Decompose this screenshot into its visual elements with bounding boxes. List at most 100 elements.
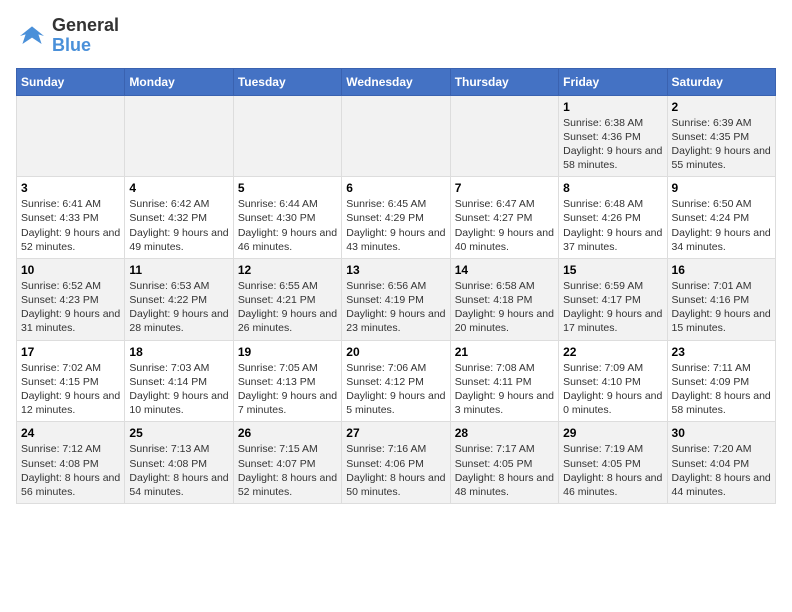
day-info: Sunrise: 7:11 AM Sunset: 4:09 PM Dayligh… <box>672 361 771 418</box>
weekday-wednesday: Wednesday <box>342 68 450 95</box>
calendar-week-1: 1Sunrise: 6:38 AM Sunset: 4:36 PM Daylig… <box>17 95 776 177</box>
day-cell-27: 27 Sunrise: 7:16 AM Sunset: 4:06 PM Dayli… <box>342 422 450 504</box>
day-cell-2: 2 Sunrise: 6:39 AM Sunset: 4:35 PM Daylig… <box>667 95 775 177</box>
day-info: Sunrise: 6:52 AM Sunset: 4:23 PM Dayligh… <box>21 279 120 336</box>
day-number: 20 <box>346 345 445 359</box>
day-cell-12: 12 Sunrise: 6:55 AM Sunset: 4:21 PM Dayli… <box>233 258 341 340</box>
day-cell-9: 9 Sunrise: 6:50 AM Sunset: 4:24 PM Daylig… <box>667 177 775 259</box>
day-cell-23: 23 Sunrise: 7:11 AM Sunset: 4:09 PM Dayli… <box>667 340 775 422</box>
day-number: 26 <box>238 426 337 440</box>
day-info: Sunrise: 6:53 AM Sunset: 4:22 PM Dayligh… <box>129 279 228 336</box>
day-info: Sunrise: 7:09 AM Sunset: 4:10 PM Dayligh… <box>563 361 662 418</box>
day-cell-24: 24 Sunrise: 7:12 AM Sunset: 4:08 PM Dayli… <box>17 422 125 504</box>
day-number: 13 <box>346 263 445 277</box>
day-cell-25: 25Sunrise: 7:13 AM Sunset: 4:08 PM Dayli… <box>125 422 233 504</box>
day-number: 8 <box>563 181 662 195</box>
day-number: 9 <box>672 181 771 195</box>
day-info: Sunrise: 6:39 AM Sunset: 4:35 PM Dayligh… <box>672 116 771 173</box>
day-number: 22 <box>563 345 662 359</box>
day-info: Sunrise: 7:20 AM Sunset: 4:04 PM Dayligh… <box>672 442 771 499</box>
day-number: 27 <box>346 426 445 440</box>
day-info: Sunrise: 7:02 AM Sunset: 4:15 PM Dayligh… <box>21 361 120 418</box>
day-number: 19 <box>238 345 337 359</box>
day-info: Sunrise: 6:50 AM Sunset: 4:24 PM Dayligh… <box>672 197 771 254</box>
day-number: 11 <box>129 263 228 277</box>
calendar-week-2: 3 Sunrise: 6:41 AM Sunset: 4:33 PM Daylig… <box>17 177 776 259</box>
day-number: 17 <box>21 345 120 359</box>
day-number: 2 <box>672 100 771 114</box>
weekday-thursday: Thursday <box>450 68 558 95</box>
day-info: Sunrise: 7:17 AM Sunset: 4:05 PM Dayligh… <box>455 442 554 499</box>
day-info: Sunrise: 7:08 AM Sunset: 4:11 PM Dayligh… <box>455 361 554 418</box>
day-info: Sunrise: 7:03 AM Sunset: 4:14 PM Dayligh… <box>129 361 228 418</box>
day-info: Sunrise: 6:58 AM Sunset: 4:18 PM Dayligh… <box>455 279 554 336</box>
day-cell-10: 10 Sunrise: 6:52 AM Sunset: 4:23 PM Dayli… <box>17 258 125 340</box>
day-cell-14: 14 Sunrise: 6:58 AM Sunset: 4:18 PM Dayli… <box>450 258 558 340</box>
day-number: 25 <box>129 426 228 440</box>
day-number: 1 <box>563 100 662 114</box>
day-cell-4: 4 Sunrise: 6:42 AM Sunset: 4:32 PM Daylig… <box>125 177 233 259</box>
logo: General Blue <box>16 16 119 56</box>
day-number: 15 <box>563 263 662 277</box>
day-cell-20: 20 Sunrise: 7:06 AM Sunset: 4:12 PM Dayli… <box>342 340 450 422</box>
day-number: 14 <box>455 263 554 277</box>
day-cell-13: 13Sunrise: 6:56 AM Sunset: 4:19 PM Dayli… <box>342 258 450 340</box>
day-cell-22: 22 Sunrise: 7:09 AM Sunset: 4:10 PM Dayli… <box>559 340 667 422</box>
day-number: 30 <box>672 426 771 440</box>
day-info: Sunrise: 7:12 AM Sunset: 4:08 PM Dayligh… <box>21 442 120 499</box>
day-info: Sunrise: 7:16 AM Sunset: 4:06 PM Dayligh… <box>346 442 445 499</box>
day-cell-26: 26Sunrise: 7:15 AM Sunset: 4:07 PM Dayli… <box>233 422 341 504</box>
day-number: 12 <box>238 263 337 277</box>
day-number: 29 <box>563 426 662 440</box>
weekday-sunday: Sunday <box>17 68 125 95</box>
day-number: 6 <box>346 181 445 195</box>
day-cell-28: 28 Sunrise: 7:17 AM Sunset: 4:05 PM Dayli… <box>450 422 558 504</box>
weekday-tuesday: Tuesday <box>233 68 341 95</box>
calendar-week-5: 24 Sunrise: 7:12 AM Sunset: 4:08 PM Dayli… <box>17 422 776 504</box>
day-number: 23 <box>672 345 771 359</box>
day-number: 4 <box>129 181 228 195</box>
weekday-monday: Monday <box>125 68 233 95</box>
day-cell-29: 29 Sunrise: 7:19 AM Sunset: 4:05 PM Dayli… <box>559 422 667 504</box>
day-number: 21 <box>455 345 554 359</box>
day-info: Sunrise: 7:06 AM Sunset: 4:12 PM Dayligh… <box>346 361 445 418</box>
calendar-body: 1Sunrise: 6:38 AM Sunset: 4:36 PM Daylig… <box>17 95 776 503</box>
day-cell-17: 17 Sunrise: 7:02 AM Sunset: 4:15 PM Dayli… <box>17 340 125 422</box>
weekday-header-row: SundayMondayTuesdayWednesdayThursdayFrid… <box>17 68 776 95</box>
empty-cell <box>450 95 558 177</box>
weekday-friday: Friday <box>559 68 667 95</box>
day-cell-30: 30 Sunrise: 7:20 AM Sunset: 4:04 PM Dayli… <box>667 422 775 504</box>
calendar-header: SundayMondayTuesdayWednesdayThursdayFrid… <box>17 68 776 95</box>
day-info: Sunrise: 6:41 AM Sunset: 4:33 PM Dayligh… <box>21 197 120 254</box>
day-info: Sunrise: 7:01 AM Sunset: 4:16 PM Dayligh… <box>672 279 771 336</box>
day-cell-3: 3 Sunrise: 6:41 AM Sunset: 4:33 PM Daylig… <box>17 177 125 259</box>
day-number: 24 <box>21 426 120 440</box>
day-cell-5: 5Sunrise: 6:44 AM Sunset: 4:30 PM Daylig… <box>233 177 341 259</box>
logo-text: General Blue <box>52 16 119 56</box>
empty-cell <box>17 95 125 177</box>
day-info: Sunrise: 7:19 AM Sunset: 4:05 PM Dayligh… <box>563 442 662 499</box>
day-info: Sunrise: 6:48 AM Sunset: 4:26 PM Dayligh… <box>563 197 662 254</box>
day-info: Sunrise: 6:42 AM Sunset: 4:32 PM Dayligh… <box>129 197 228 254</box>
day-cell-1: 1Sunrise: 6:38 AM Sunset: 4:36 PM Daylig… <box>559 95 667 177</box>
day-cell-11: 11 Sunrise: 6:53 AM Sunset: 4:22 PM Dayli… <box>125 258 233 340</box>
day-cell-18: 18Sunrise: 7:03 AM Sunset: 4:14 PM Dayli… <box>125 340 233 422</box>
empty-cell <box>342 95 450 177</box>
day-info: Sunrise: 6:47 AM Sunset: 4:27 PM Dayligh… <box>455 197 554 254</box>
day-info: Sunrise: 6:55 AM Sunset: 4:21 PM Dayligh… <box>238 279 337 336</box>
day-cell-19: 19 Sunrise: 7:05 AM Sunset: 4:13 PM Dayli… <box>233 340 341 422</box>
day-cell-6: 6 Sunrise: 6:45 AM Sunset: 4:29 PM Daylig… <box>342 177 450 259</box>
day-cell-7: 7 Sunrise: 6:47 AM Sunset: 4:27 PM Daylig… <box>450 177 558 259</box>
day-number: 10 <box>21 263 120 277</box>
day-cell-15: 15Sunrise: 6:59 AM Sunset: 4:17 PM Dayli… <box>559 258 667 340</box>
day-cell-21: 21 Sunrise: 7:08 AM Sunset: 4:11 PM Dayli… <box>450 340 558 422</box>
day-info: Sunrise: 6:45 AM Sunset: 4:29 PM Dayligh… <box>346 197 445 254</box>
header: General Blue <box>16 16 776 56</box>
day-info: Sunrise: 6:44 AM Sunset: 4:30 PM Dayligh… <box>238 197 337 254</box>
day-number: 3 <box>21 181 120 195</box>
calendar-week-3: 10 Sunrise: 6:52 AM Sunset: 4:23 PM Dayli… <box>17 258 776 340</box>
weekday-saturday: Saturday <box>667 68 775 95</box>
day-number: 7 <box>455 181 554 195</box>
day-number: 28 <box>455 426 554 440</box>
day-info: Sunrise: 7:05 AM Sunset: 4:13 PM Dayligh… <box>238 361 337 418</box>
